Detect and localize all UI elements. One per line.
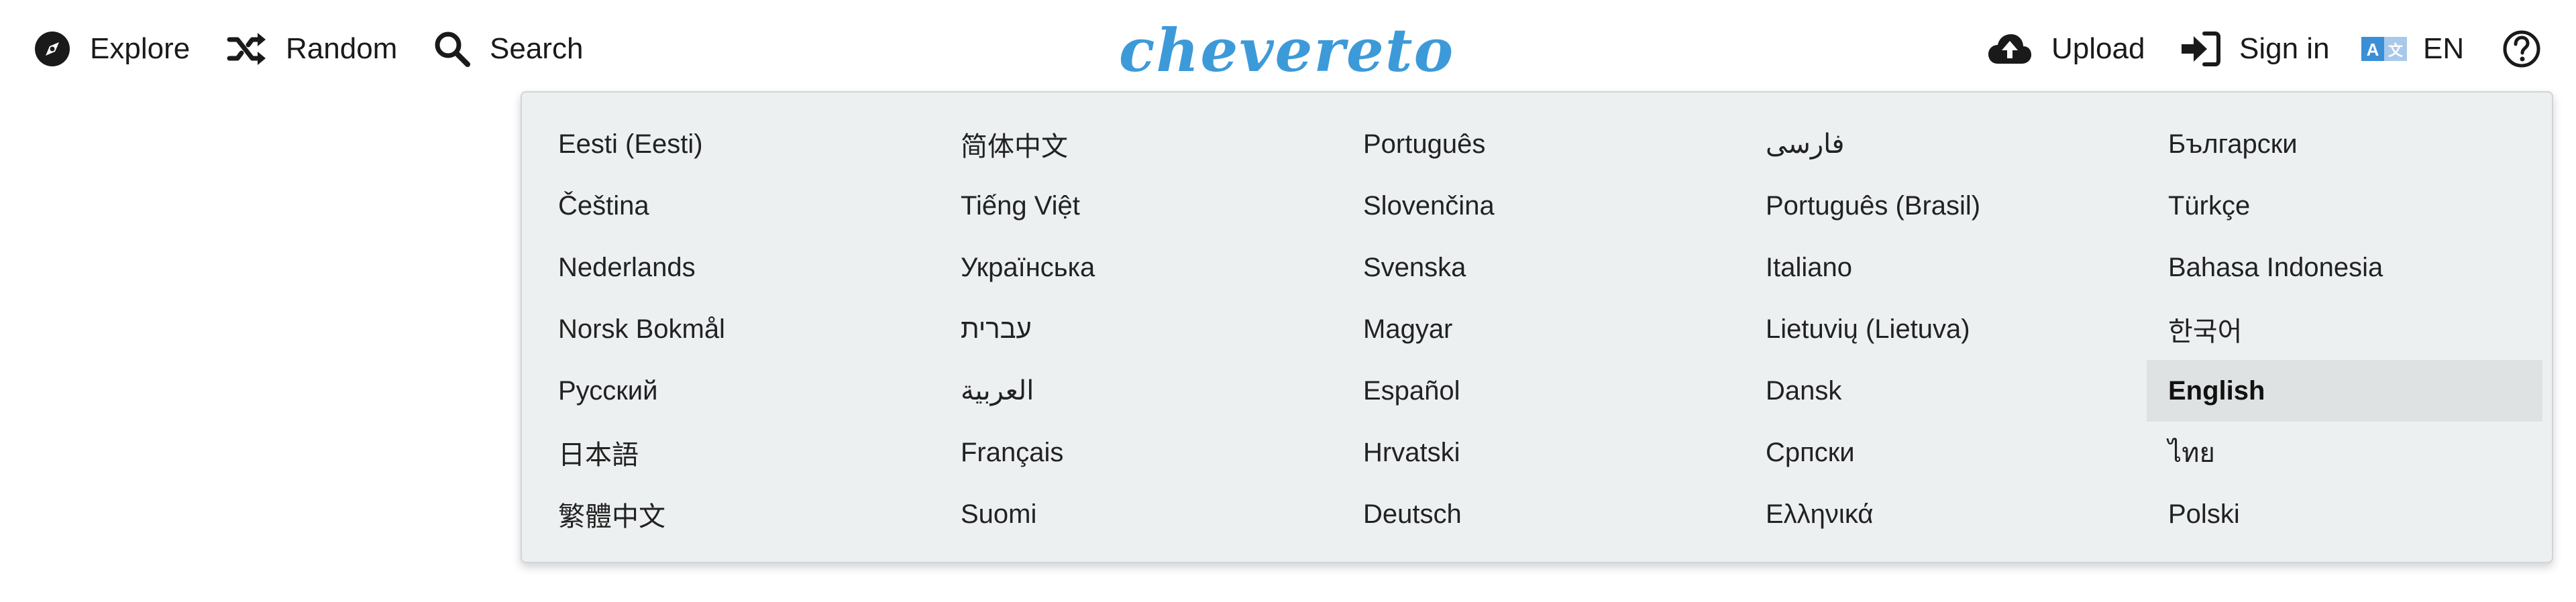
language-option[interactable]: Português (Brasil) — [1744, 175, 2140, 237]
language-dropdown: Eesti (Eesti) Čeština Nederlands Norsk B… — [521, 91, 2553, 563]
sign-in-label: Sign in — [2239, 32, 2330, 65]
search-label: Search — [490, 32, 584, 65]
language-option[interactable]: 繁體中文 — [537, 483, 932, 545]
language-option[interactable]: Tiếng Việt — [939, 175, 1335, 237]
chevereto-logo[interactable]: chevereto — [1119, 13, 1453, 87]
language-option[interactable]: 한국어 — [2147, 298, 2542, 360]
cloud-upload-icon — [1987, 32, 2033, 66]
svg-text:A: A — [2367, 40, 2379, 60]
upload-label: Upload — [2051, 32, 2145, 65]
language-option[interactable]: Svenska — [1342, 237, 1737, 298]
language-option[interactable]: Italiano — [1744, 237, 2140, 298]
language-code: EN — [2423, 32, 2465, 65]
language-option[interactable]: Deutsch — [1342, 483, 1737, 545]
language-option[interactable]: Lietuvių (Lietuva) — [1744, 298, 2140, 360]
language-column-2: 简体中文 Tiếng Việt Українська עברית العربية… — [939, 113, 1335, 545]
random-link[interactable]: Random — [227, 24, 397, 74]
language-option[interactable]: Polski — [2147, 483, 2542, 545]
explore-label: Explore — [90, 32, 191, 65]
language-option[interactable]: Српски — [1744, 422, 2140, 483]
language-option[interactable]: 日本語 — [537, 422, 932, 483]
language-option[interactable]: Čeština — [537, 175, 932, 237]
language-column-3: Português Slovenčina Svenska Magyar Espa… — [1342, 113, 1737, 545]
sign-in-button[interactable]: Sign in — [2180, 24, 2330, 74]
language-option[interactable]: Français — [939, 422, 1335, 483]
top-bar: Explore Random Search chevereto Upload S… — [0, 0, 2576, 99]
language-option[interactable]: Hrvatski — [1342, 422, 1737, 483]
language-option[interactable]: العربية — [939, 360, 1335, 422]
search-link[interactable]: Search — [433, 24, 583, 74]
language-option[interactable]: Español — [1342, 360, 1737, 422]
random-label: Random — [286, 32, 398, 65]
language-option[interactable]: 简体中文 — [939, 113, 1335, 175]
language-option[interactable]: Nederlands — [537, 237, 932, 298]
language-option[interactable]: Ελληνικά — [1744, 483, 2140, 545]
explore-link[interactable]: Explore — [34, 24, 190, 74]
upload-button[interactable]: Upload — [1987, 24, 2145, 74]
language-option[interactable]: Български — [2147, 113, 2542, 175]
search-icon — [433, 30, 471, 68]
language-option[interactable]: Slovenčina — [1342, 175, 1737, 237]
language-column-1: Eesti (Eesti) Čeština Nederlands Norsk B… — [537, 113, 932, 545]
help-icon — [2502, 29, 2541, 68]
sign-in-icon — [2180, 31, 2220, 67]
language-option[interactable]: Eesti (Eesti) — [537, 113, 932, 175]
language-option[interactable]: Bahasa Indonesia — [2147, 237, 2542, 298]
language-option[interactable]: Dansk — [1744, 360, 2140, 422]
language-column-5: Български Türkçe Bahasa Indonesia 한국어 En… — [2147, 113, 2542, 545]
language-option[interactable]: Українська — [939, 237, 1335, 298]
language-option[interactable]: ไทย — [2147, 422, 2542, 483]
help-button[interactable] — [2502, 24, 2541, 74]
language-option[interactable]: فارسی — [1744, 113, 2140, 175]
language-icon: A 文 — [2361, 36, 2407, 62]
language-option[interactable]: Türkçe — [2147, 175, 2542, 237]
language-option[interactable]: Русский — [537, 360, 932, 422]
language-option[interactable]: Magyar — [1342, 298, 1737, 360]
language-column-4: فارسی Português (Brasil) Italiano Lietuv… — [1744, 113, 2140, 545]
language-option[interactable]: Norsk Bokmål — [537, 298, 932, 360]
svg-text:文: 文 — [2388, 42, 2404, 60]
language-option[interactable]: Suomi — [939, 483, 1335, 545]
compass-icon — [34, 30, 71, 68]
language-option[interactable]: עברית — [939, 298, 1335, 360]
language-option-selected[interactable]: English — [2147, 360, 2542, 422]
language-option[interactable]: Português — [1342, 113, 1737, 175]
language-button[interactable]: A 文 EN — [2361, 24, 2464, 74]
shuffle-icon — [227, 30, 267, 68]
